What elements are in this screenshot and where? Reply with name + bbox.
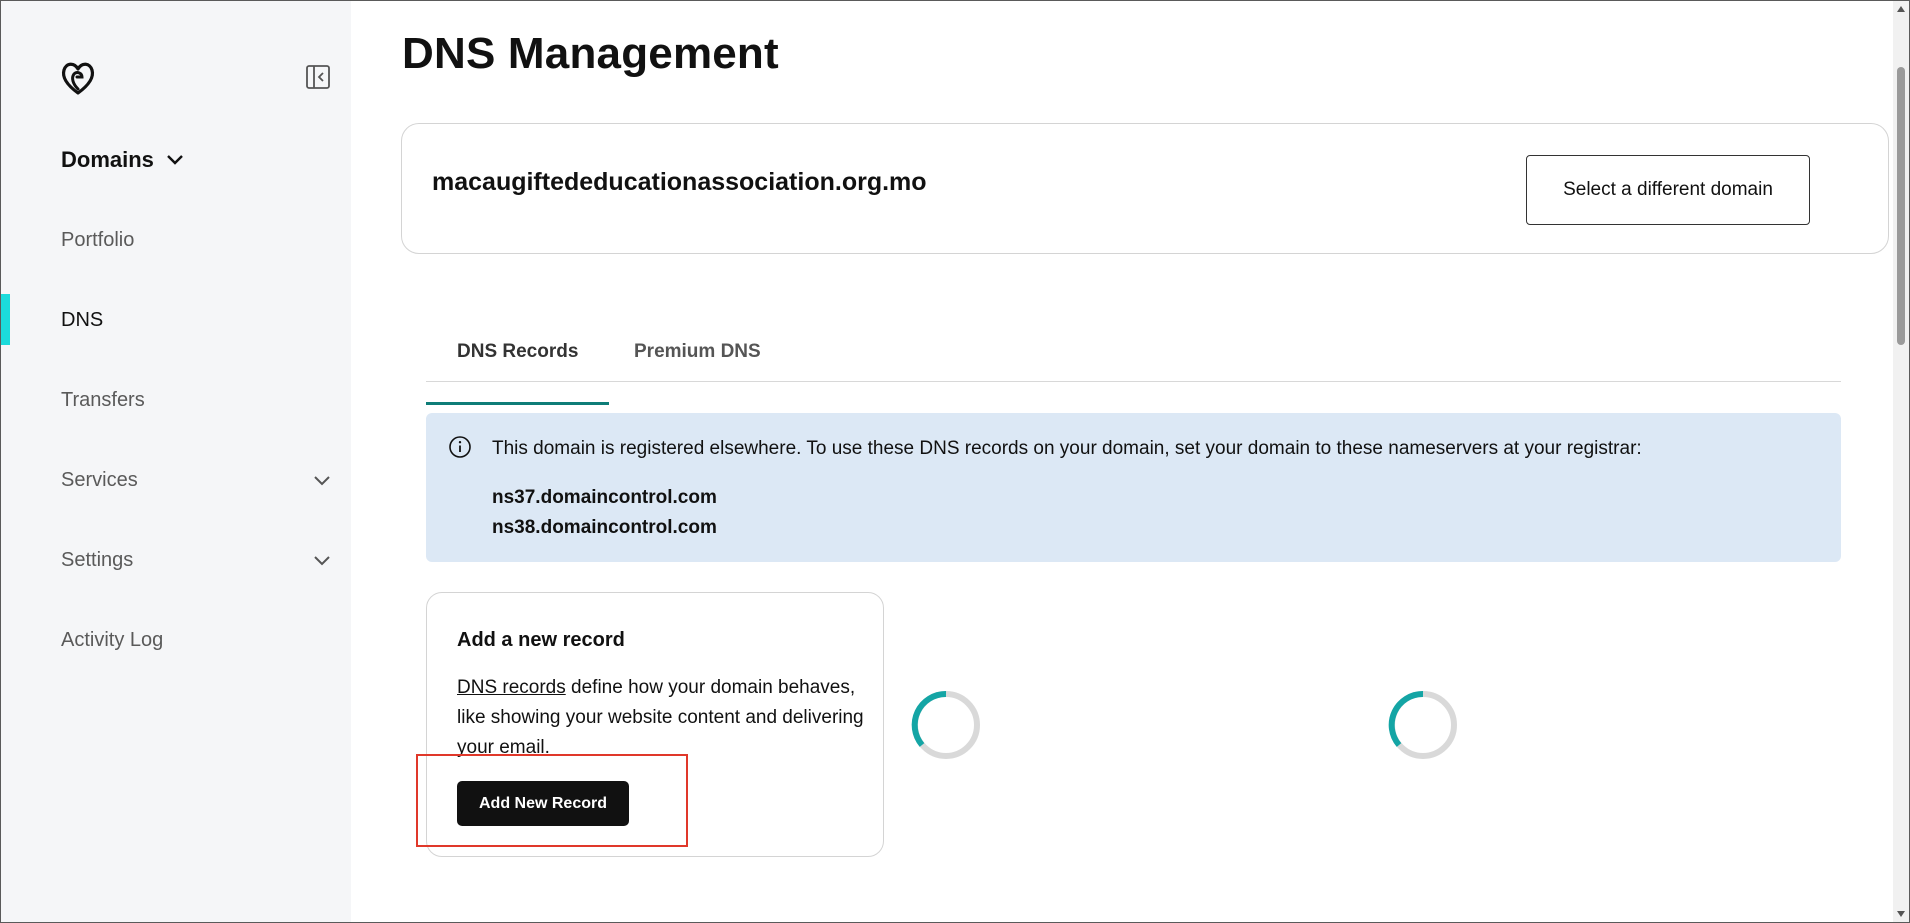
chevron-down-icon <box>167 155 183 165</box>
browser-window: Domains Portfolio DNS Transfers Services… <box>0 0 1910 923</box>
dns-records-link[interactable]: DNS records <box>457 677 566 698</box>
sidebar: Domains Portfolio DNS Transfers Services… <box>1 1 351 922</box>
add-new-record-button[interactable]: Add New Record <box>457 781 629 826</box>
sidebar-item-label: Portfolio <box>61 229 135 251</box>
godaddy-logo-icon[interactable] <box>59 59 97 97</box>
scroll-thumb[interactable] <box>1897 67 1905 345</box>
domain-name: macaugiftededucationassociation.org.mo <box>432 168 927 196</box>
sidebar-item-label: Activity Log <box>61 629 164 651</box>
sidebar-item-label: DNS <box>61 309 104 331</box>
sidebar-item-label: Services <box>61 469 138 491</box>
tab-premium-dns[interactable]: Premium DNS <box>603 341 792 380</box>
tab-label: Premium DNS <box>634 341 761 362</box>
sidebar-item-settings[interactable]: Settings <box>61 549 331 572</box>
add-record-description: DNS records define how your domain behav… <box>457 673 867 763</box>
sidebar-item-label: Transfers <box>61 389 145 411</box>
dns-tabs: DNS Records Premium DNS <box>426 317 1841 405</box>
domain-card: macaugiftededucationassociation.org.mo S… <box>401 123 1889 254</box>
add-record-title: Add a new record <box>457 629 625 651</box>
page-title: DNS Management <box>402 29 779 78</box>
domains-label: Domains <box>61 147 154 172</box>
chevron-down-icon <box>314 475 330 485</box>
tab-label: DNS Records <box>457 341 579 362</box>
info-icon <box>449 436 471 458</box>
chevron-down-icon <box>314 555 330 565</box>
add-record-card: Add a new record DNS records define how … <box>426 592 884 857</box>
notice-text: This domain is registered elsewhere. To … <box>492 438 1642 459</box>
sidebar-item-dns[interactable]: DNS <box>61 309 331 332</box>
select-different-domain-button[interactable]: Select a different domain <box>1526 155 1810 225</box>
vertical-scrollbar[interactable] <box>1893 1 1909 922</box>
scroll-down-icon[interactable] <box>1896 910 1906 918</box>
domains-menu[interactable]: Domains <box>61 147 184 173</box>
main-content: DNS Management macaugiftededucationassoc… <box>351 1 1909 922</box>
loading-spinner-icon <box>911 690 980 759</box>
sidebar-item-transfers[interactable]: Transfers <box>61 389 331 412</box>
nameserver-1: ns37.domaincontrol.com <box>492 487 717 508</box>
tab-dns-records[interactable]: DNS Records <box>426 341 610 405</box>
sidebar-item-services[interactable]: Services <box>61 469 331 492</box>
nameserver-2: ns38.domaincontrol.com <box>492 517 717 538</box>
scroll-up-icon[interactable] <box>1896 5 1906 13</box>
sidebar-collapse-icon[interactable] <box>305 64 331 90</box>
sidebar-item-portfolio[interactable]: Portfolio <box>61 229 331 252</box>
loading-spinner-icon <box>1388 690 1457 759</box>
nameserver-notice: This domain is registered elsewhere. To … <box>426 413 1841 562</box>
active-indicator <box>1 294 10 345</box>
sidebar-item-label: Settings <box>61 549 134 571</box>
sidebar-item-activity-log[interactable]: Activity Log <box>61 629 331 652</box>
